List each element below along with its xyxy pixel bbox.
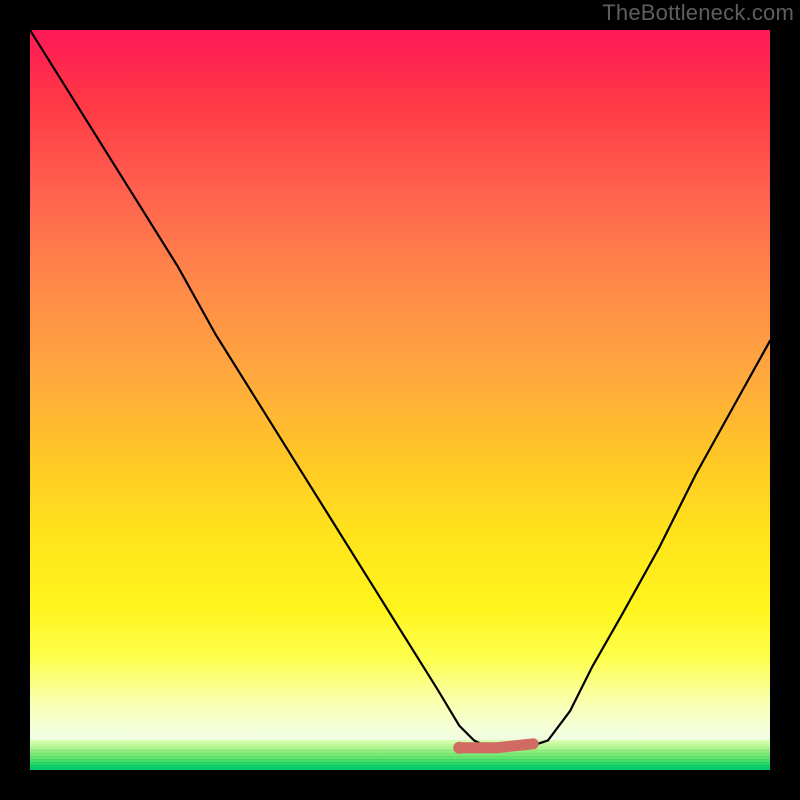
plot-area <box>30 30 770 770</box>
optimal-range-marker <box>30 30 770 770</box>
watermark-text: TheBottleneck.com <box>602 0 794 26</box>
bottleneck-curve <box>30 30 770 770</box>
bottom-stripe-overlay <box>30 748 770 768</box>
chart-frame: TheBottleneck.com <box>0 0 800 800</box>
